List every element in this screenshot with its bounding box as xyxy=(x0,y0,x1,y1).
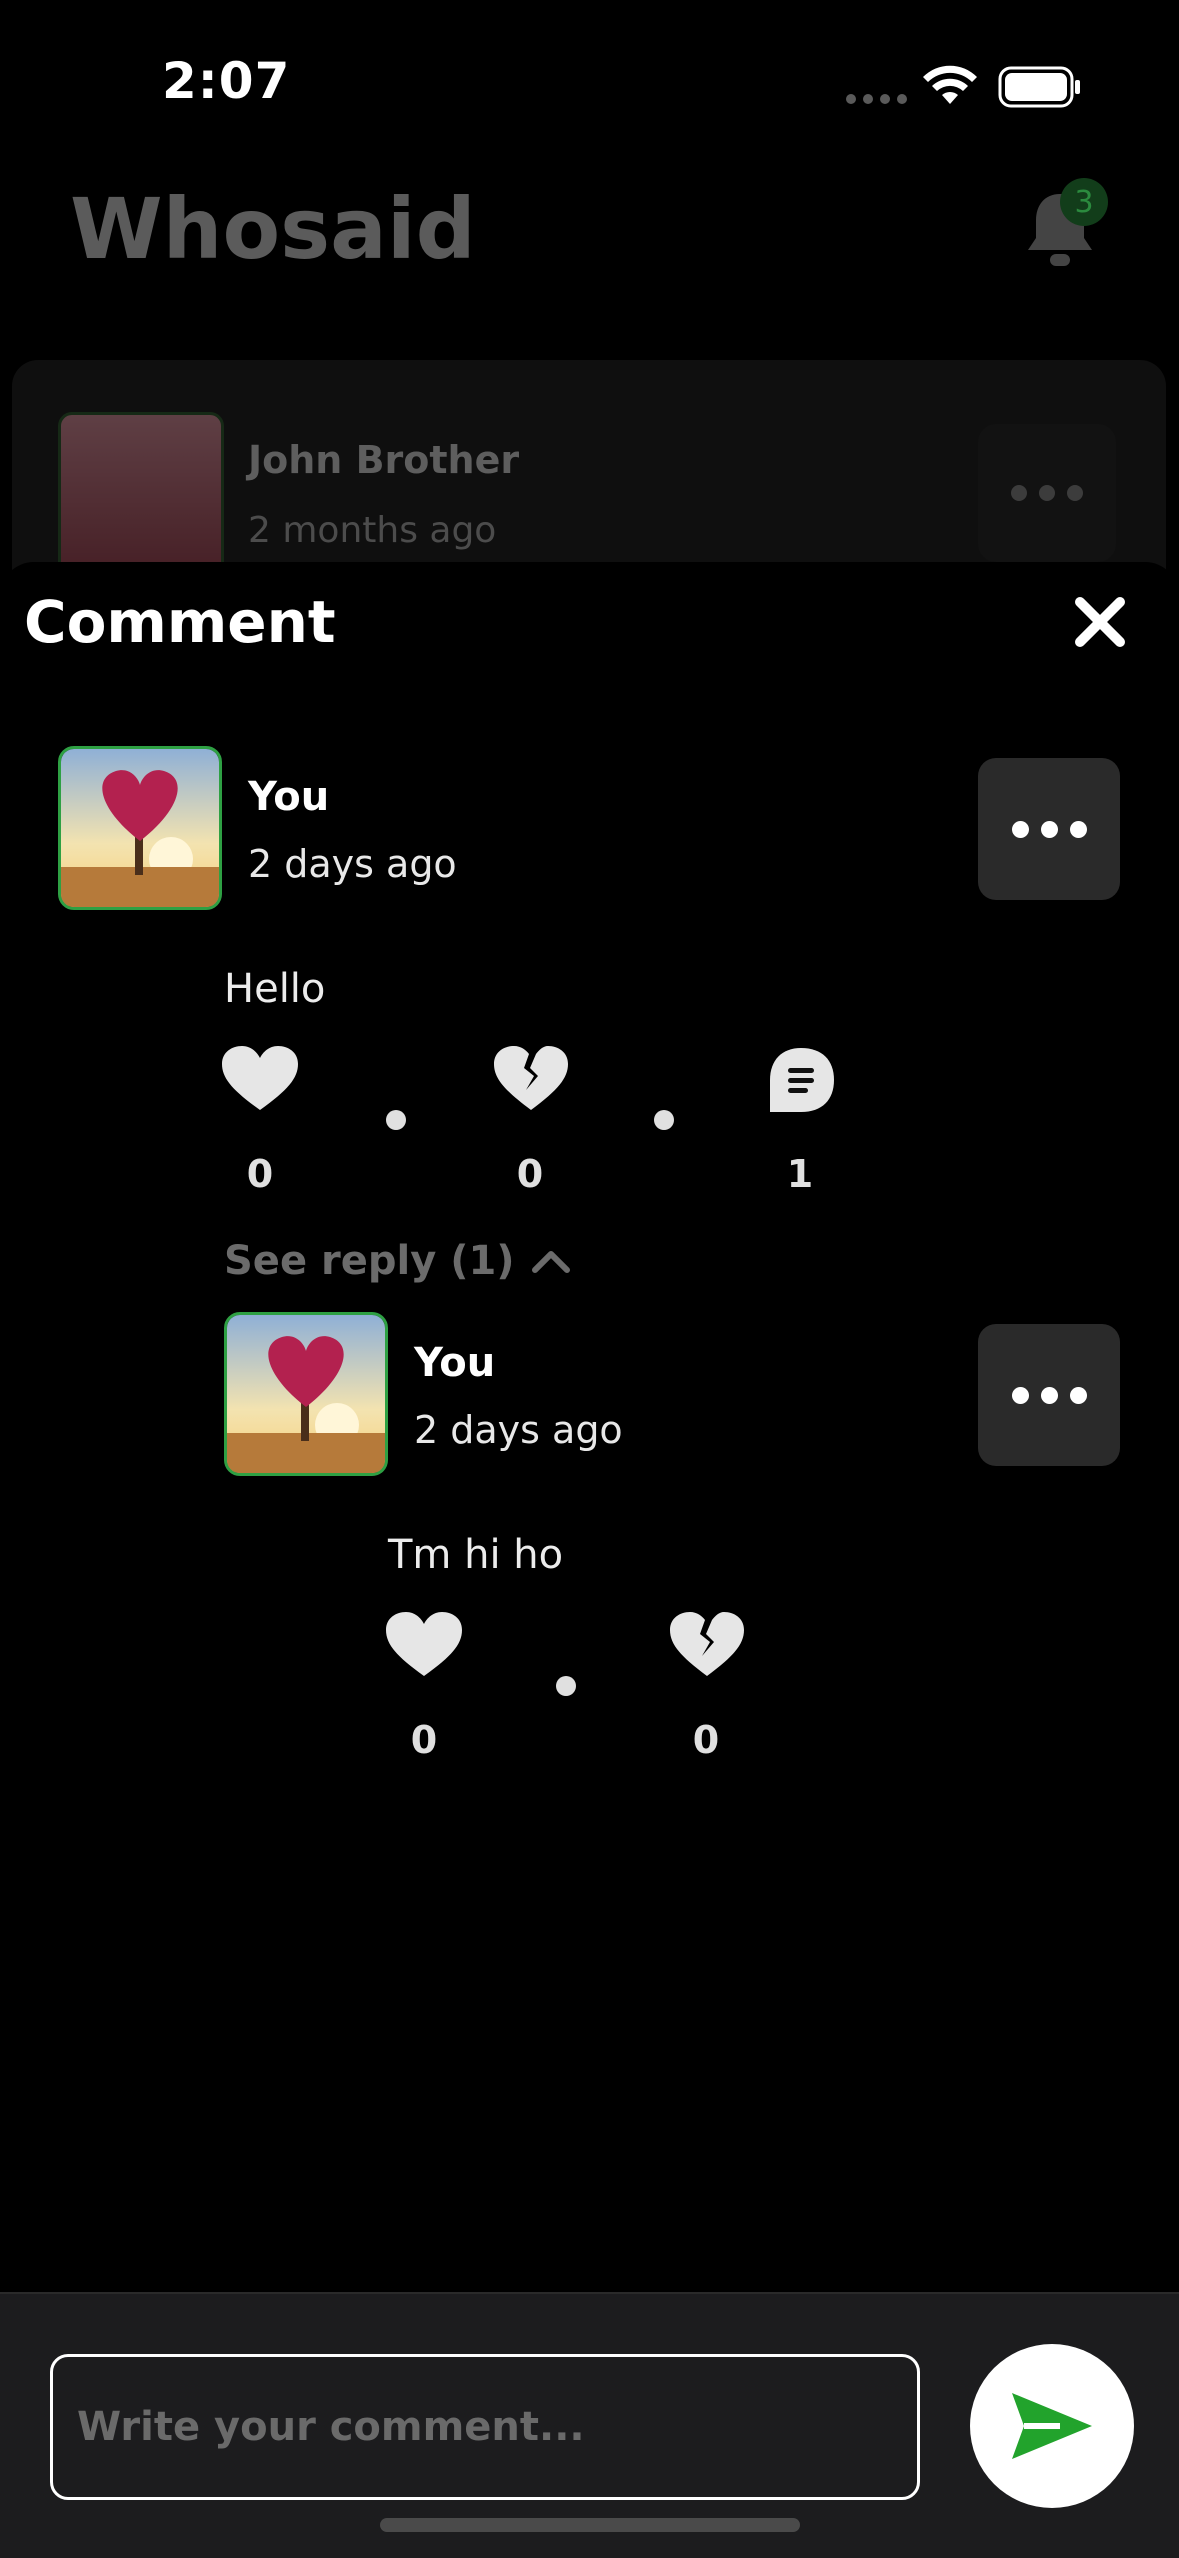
reply-like-count: 0 xyxy=(410,1718,438,1762)
comment-text: Hello xyxy=(224,966,326,1012)
see-reply-toggle[interactable]: See reply (1) xyxy=(224,1238,571,1284)
feed-post-time: 2 months ago xyxy=(248,510,497,551)
comment-author: You xyxy=(248,774,330,820)
dislike-count: 0 xyxy=(516,1152,544,1196)
send-icon xyxy=(1012,2393,1092,2459)
close-icon[interactable] xyxy=(1072,594,1128,654)
separator-dot xyxy=(386,1110,406,1130)
reply-more-button[interactable] xyxy=(978,1324,1120,1466)
like-count: 0 xyxy=(246,1152,274,1196)
reply-count: 1 xyxy=(786,1152,814,1196)
comment-input[interactable] xyxy=(50,2354,920,2500)
see-reply-label: See reply (1) xyxy=(224,1238,515,1284)
comment-avatar[interactable] xyxy=(58,746,222,910)
broken-heart-icon[interactable] xyxy=(670,1612,744,1682)
like-icon[interactable] xyxy=(386,1612,462,1682)
app-title: Whosaid xyxy=(70,180,476,278)
reply-author: You xyxy=(414,1340,496,1386)
broken-heart-icon[interactable] xyxy=(494,1046,568,1116)
feed-avatar xyxy=(58,412,224,578)
like-icon[interactable] xyxy=(222,1046,298,1116)
separator-dot xyxy=(654,1110,674,1130)
battery-icon xyxy=(998,66,1082,112)
reply-avatar[interactable] xyxy=(224,1312,388,1476)
notification-badge: 3 xyxy=(1060,178,1108,226)
reply-dislike-count: 0 xyxy=(692,1718,720,1762)
chevron-up-icon xyxy=(531,1251,570,1273)
separator-dot xyxy=(556,1676,576,1696)
reply-bubble-icon[interactable] xyxy=(766,1046,836,1120)
cellular-signal-icon xyxy=(846,94,907,104)
home-indicator xyxy=(380,2518,800,2532)
feed-more-button xyxy=(978,424,1116,562)
status-time: 2:07 xyxy=(162,52,291,110)
comment-more-button[interactable] xyxy=(978,758,1120,900)
wifi-icon xyxy=(922,64,978,110)
sheet-title: Comment xyxy=(24,588,336,656)
comment-time: 2 days ago xyxy=(248,842,457,886)
feed-author-name: John Brother xyxy=(248,438,520,482)
send-button[interactable] xyxy=(970,2344,1134,2508)
reply-time: 2 days ago xyxy=(414,1408,623,1452)
reply-text: Tm hi ho xyxy=(388,1532,564,1578)
